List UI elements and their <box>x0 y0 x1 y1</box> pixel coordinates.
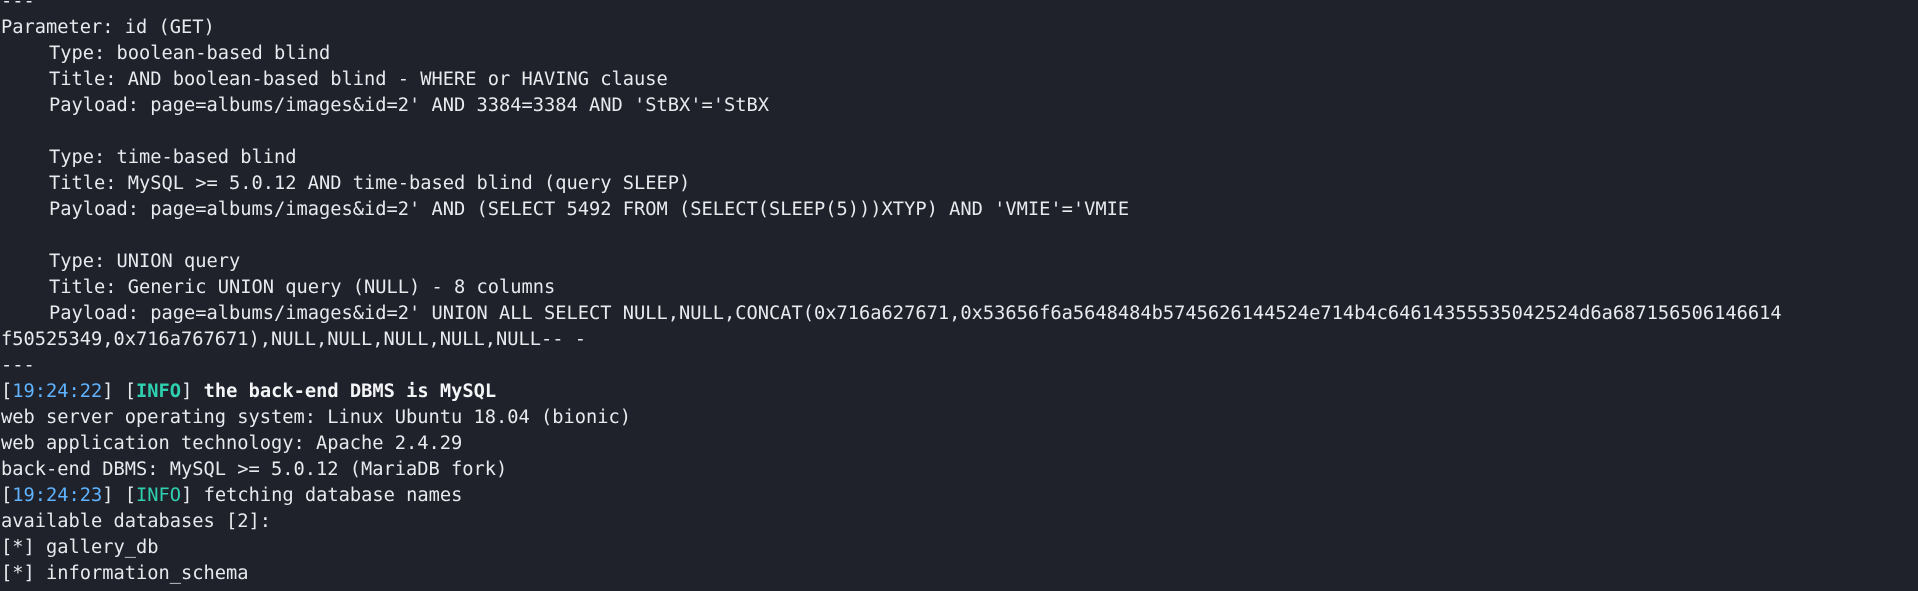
os-line: web server operating system: Linux Ubunt… <box>1 407 632 428</box>
tech-line: web application technology: Apache 2.4.2… <box>1 433 463 454</box>
log-line-fetching: [19:24:23] [INFO] fetching database name… <box>1 483 1918 509</box>
separator-top: --- <box>1 0 35 12</box>
technique-3-payload-wrap: f50525349,0x716a767671),NULL,NULL,NULL,N… <box>1 329 587 350</box>
technique-1-type: Type: boolean-based blind <box>49 43 331 64</box>
bracket: ] <box>181 485 193 506</box>
bracket: ] <box>181 381 193 402</box>
technique-2-type: Type: time-based blind <box>49 147 297 168</box>
log-message: fetching database names <box>192 485 463 506</box>
bracket: ] [ <box>102 485 137 506</box>
technique-2-payload: Payload: page=albums/images&id=2' AND (S… <box>49 199 1130 220</box>
dbms-line: back-end DBMS: MySQL >= 5.0.12 (MariaDB … <box>1 459 508 480</box>
technique-3-type: Type: UNION query <box>49 251 241 272</box>
timestamp: 19:24:22 <box>12 381 103 402</box>
technique-3-title: Title: Generic UNION query (NULL) - 8 co… <box>49 277 556 298</box>
log-line-dbms: [19:24:22] [INFO] the back-end DBMS is M… <box>1 379 1918 405</box>
info-tag: INFO <box>136 381 182 402</box>
log-message: the back-end DBMS is MySQL <box>192 381 497 402</box>
available-databases-line: available databases [2]: <box>1 511 272 532</box>
terminal-output[interactable]: --- Parameter: id (GET) Type: boolean-ba… <box>0 0 1918 591</box>
bracket: [ <box>1 485 13 506</box>
info-tag: INFO <box>136 485 182 506</box>
database-item: [*] information_schema <box>1 563 249 584</box>
technique-1-title: Title: AND boolean-based blind - WHERE o… <box>49 69 668 90</box>
technique-3-payload: Payload: page=albums/images&id=2' UNION … <box>49 303 1782 324</box>
technique-2-title: Title: MySQL >= 5.0.12 AND time-based bl… <box>49 173 691 194</box>
timestamp: 19:24:23 <box>12 485 103 506</box>
separator-bottom: --- <box>1 355 35 376</box>
bracket: [ <box>1 381 13 402</box>
technique-1-payload: Payload: page=albums/images&id=2' AND 33… <box>49 95 770 116</box>
parameter-line: Parameter: id (GET) <box>1 17 215 38</box>
database-item: [*] gallery_db <box>1 537 159 558</box>
bracket: ] [ <box>102 381 137 402</box>
